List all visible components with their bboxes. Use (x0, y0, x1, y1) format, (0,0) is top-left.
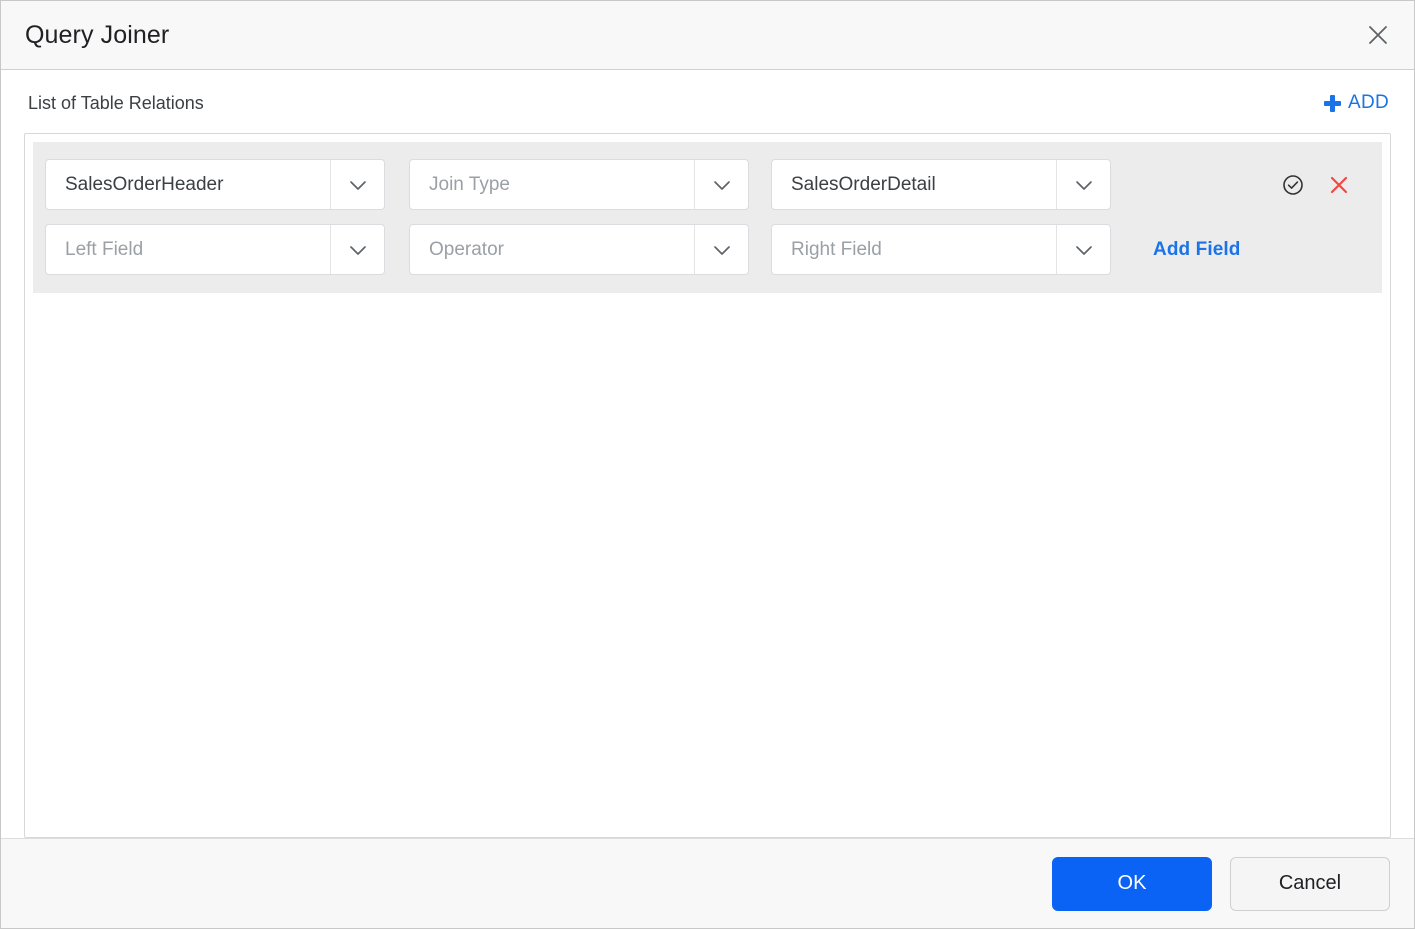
left-table-value: SalesOrderHeader (65, 173, 224, 195)
chevron-down-icon[interactable] (694, 225, 748, 274)
right-table-value: SalesOrderDetail (791, 173, 936, 195)
chevron-down-icon[interactable] (1056, 160, 1110, 209)
operator-value: Operator (429, 238, 504, 260)
query-joiner-dialog: Query Joiner List of Table Relations ADD (0, 0, 1415, 929)
dialog-body: List of Table Relations ADD SalesOrderHe… (1, 70, 1414, 838)
close-icon (1367, 24, 1389, 46)
chevron-down-icon[interactable] (1056, 225, 1110, 274)
relation-tables-row: SalesOrderHeader Join Type SalesOrderDet… (45, 159, 1382, 210)
dialog-title: Query Joiner (25, 20, 170, 49)
relation-row-actions (1280, 172, 1382, 198)
left-table-select[interactable]: SalesOrderHeader (45, 159, 385, 210)
cancel-button[interactable]: Cancel (1230, 856, 1390, 911)
add-relation-label: ADD (1347, 92, 1389, 113)
delete-relation-button[interactable] (1326, 172, 1352, 198)
section-title: List of Table Relations (28, 93, 204, 113)
close-icon (1328, 174, 1350, 196)
join-type-value: Join Type (429, 173, 510, 195)
join-type-select[interactable]: Join Type (409, 159, 749, 210)
relation-group: SalesOrderHeader Join Type SalesOrderDet… (33, 142, 1382, 293)
relations-list-panel: SalesOrderHeader Join Type SalesOrderDet… (24, 133, 1391, 838)
ok-button[interactable]: OK (1052, 856, 1212, 911)
dialog-titlebar: Query Joiner (1, 1, 1414, 70)
chevron-down-icon[interactable] (330, 160, 384, 209)
plus-icon (1323, 94, 1341, 112)
left-field-value: Left Field (65, 238, 144, 260)
right-field-value: Right Field (791, 238, 882, 260)
right-field-select[interactable]: Right Field (771, 224, 1111, 275)
section-header: List of Table Relations ADD (24, 70, 1391, 133)
close-button[interactable] (1360, 17, 1396, 53)
relation-fields-row: Left Field Operator Right Field Add Fiel… (45, 224, 1382, 275)
chevron-down-icon[interactable] (330, 225, 384, 274)
right-table-select[interactable]: SalesOrderDetail (771, 159, 1111, 210)
add-field-button[interactable]: Add Field (1153, 239, 1240, 261)
check-circle-icon (1281, 173, 1305, 197)
left-field-select[interactable]: Left Field (45, 224, 385, 275)
add-relation-button[interactable]: ADD (1323, 89, 1389, 114)
confirm-relation-button[interactable] (1280, 172, 1306, 198)
chevron-down-icon[interactable] (694, 160, 748, 209)
operator-select[interactable]: Operator (409, 224, 749, 275)
dialog-footer: OK Cancel (1, 838, 1414, 928)
